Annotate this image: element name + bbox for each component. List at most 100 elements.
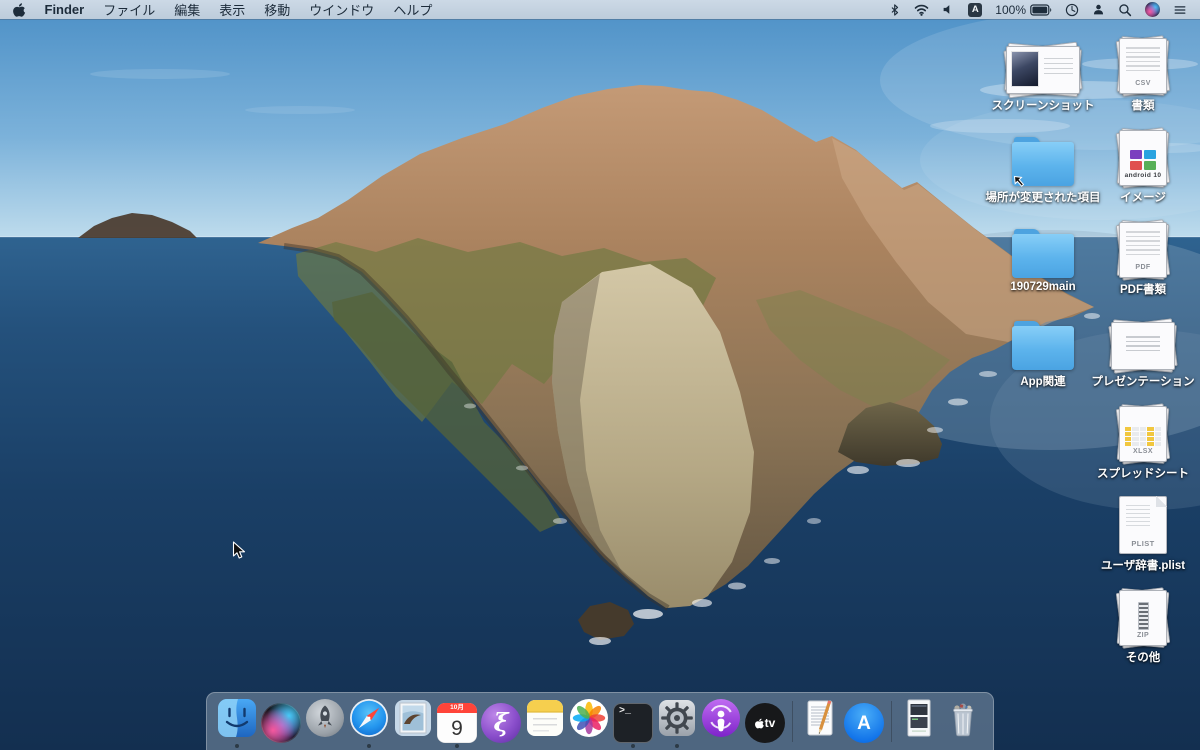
alias-arrow-icon [1012,174,1026,188]
terminal-icon: >_ [613,703,653,743]
desktop-icon-3[interactable]: android 10 イメージ [1068,128,1200,205]
apple-menu-icon[interactable] [13,3,26,17]
dock-item-siri[interactable] [260,703,302,750]
desktop-icon-9[interactable]: PLISTユーザ辞書.plist [1068,496,1200,573]
running-indicator-dot [631,744,635,748]
menu-list: ファイル編集表示移動ウインドウヘルプ [103,0,432,19]
photos-icon [569,698,609,743]
folder-icon [1012,312,1074,370]
running-indicator-dot [862,744,866,748]
user-switch-icon[interactable] [1092,3,1105,16]
stack-photos-icon [1010,36,1076,94]
menu-item-3[interactable]: 移動 [264,0,290,19]
running-indicator-dot [279,744,283,748]
dock-item-document-file[interactable] [898,698,940,750]
apple-tv-icon: tv [745,703,785,743]
dock-item-apple-tv[interactable]: tv [744,703,786,750]
dock-item-textedit[interactable] [799,698,841,750]
desktop-icon-5[interactable]: PDFPDF書類 [1068,220,1200,297]
wifi-icon[interactable] [914,2,929,17]
alias-folder-icon [1012,137,1074,186]
desktop-icon-label: その他 [1126,649,1161,665]
desktop-icon-7[interactable]: プレゼンテーション [1068,312,1200,389]
desktop-icon-label: プレゼンテーション [1091,373,1194,389]
emacs-icon: ξ [481,703,521,743]
dock-separator [792,701,793,742]
photo-thumbnail [1011,51,1039,87]
siri-icon[interactable] [1145,2,1160,17]
app-store-icon: A [844,703,884,743]
running-indicator-dot [961,744,965,748]
running-indicator-dot [367,744,371,748]
finder-icon [217,698,257,743]
dock-item-podcasts[interactable] [700,698,742,750]
dock-item-safari[interactable] [348,698,390,750]
stack-sheets-icon: XLSX [1110,404,1176,462]
running-indicator-dot [818,744,822,748]
running-indicator-dot [455,744,459,748]
safari-icon [349,698,389,743]
trash-full-icon [943,698,983,743]
mouse-cursor [232,541,247,560]
menu-item-5[interactable]: ヘルプ [393,0,432,19]
menu-item-4[interactable]: ウインドウ [309,0,374,19]
desktop-icon-label: イメージ [1120,189,1166,205]
desktop-icon-8[interactable]: XLSX スプレッドシート [1068,404,1200,481]
running-indicator-dot [675,744,679,748]
dock: 10月9ξ >_ tv A [206,692,994,750]
battery-icon[interactable]: 100% [995,3,1052,17]
folder-icon [1012,220,1074,278]
desktop-icon-label: ユーザ辞書.plist [1101,557,1185,573]
running-indicator-dot [543,744,547,748]
desktop-icon-1[interactable]: CSV 書類 [1068,36,1200,113]
dock-item-app-store[interactable]: A [843,703,885,750]
dock-item-calendar[interactable]: 10月9 [436,703,478,750]
file-type-badge: CSV [1120,79,1166,90]
system-preferences-icon [657,698,697,743]
menu-item-2[interactable]: 表示 [219,0,245,19]
input-source-icon[interactable]: A [968,3,982,17]
stack-docs-icon: CSV [1110,36,1176,94]
desktop-icon-10[interactable]: ZIP その他 [1068,588,1200,665]
dock-item-trash-full[interactable] [942,698,984,750]
macos-desktop: Finder ファイル編集表示移動ウインドウヘルプ A100% スクリーンショッ… [0,0,1200,750]
active-app-name[interactable]: Finder [45,2,85,17]
stack-docs-icon: PDF [1110,220,1176,278]
menu-item-1[interactable]: 編集 [174,0,200,19]
stack-slides-icon [1110,312,1176,370]
spotlight-search-icon[interactable] [1118,3,1132,17]
file-type-badge: PDF [1120,263,1166,274]
dock-item-finder[interactable] [216,698,258,750]
running-indicator-dot [323,744,327,748]
launchpad-icon [305,698,345,743]
dock-item-notes[interactable] [524,698,566,750]
dock-item-mail[interactable] [392,698,434,750]
stack-images-icon: android 10 [1110,128,1176,186]
folder-icon [1012,229,1074,278]
file-type-badge: XLSX [1120,447,1166,458]
clock-icon[interactable] [1065,3,1079,17]
volume-icon[interactable] [942,3,955,16]
document-file-icon [899,698,939,743]
zipper-graphic [1138,602,1149,630]
folder-alias-icon [1012,128,1074,186]
menu-bar: Finder ファイル編集表示移動ウインドウヘルプ A 100% [0,0,1200,19]
mail-icon [393,698,433,743]
desktop-icon-label: App関連 [1020,373,1065,389]
running-indicator-dot [235,744,239,748]
dock-item-launchpad[interactable] [304,698,346,750]
desktop-icon-label: スプレッドシート [1097,465,1189,481]
dock-item-system-preferences[interactable] [656,698,698,750]
file-type-badge: ZIP [1120,631,1166,642]
menu-item-0[interactable]: ファイル [103,0,155,19]
running-indicator-dot [763,744,767,748]
running-indicator-dot [411,744,415,748]
file-type-badge: android 10 [1120,171,1166,181]
desktop-icon-label: 書類 [1132,97,1155,113]
dock-item-emacs[interactable]: ξ [480,703,522,750]
bluetooth-icon[interactable] [889,3,901,17]
running-indicator-dot [499,744,503,748]
dock-item-photos[interactable] [568,698,610,750]
dock-item-terminal[interactable]: >_ [612,703,654,750]
notification-center-icon[interactable] [1173,3,1187,17]
